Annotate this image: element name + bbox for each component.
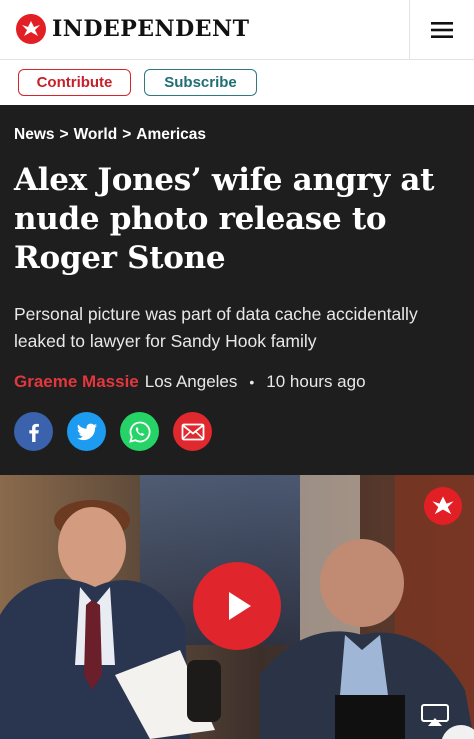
airplay-button[interactable]: [420, 703, 450, 727]
site-logo[interactable]: INDEPENDENT: [16, 14, 250, 44]
whatsapp-icon: [128, 421, 150, 443]
contribute-button[interactable]: Contribute: [18, 69, 131, 96]
play-button[interactable]: [193, 562, 281, 650]
byline-location: Los Angeles: [144, 372, 238, 391]
breadcrumb-americas[interactable]: Americas: [136, 126, 206, 144]
facebook-icon: [28, 423, 39, 442]
breadcrumb: News > World > Americas: [14, 126, 206, 144]
logo-wordmark: INDEPENDENT: [52, 16, 250, 42]
breadcrumb-news[interactable]: News: [14, 126, 55, 144]
support-bar: Contribute Subscribe: [0, 60, 474, 105]
menu-button[interactable]: [410, 0, 474, 60]
subscribe-button[interactable]: Subscribe: [144, 69, 257, 96]
watermark-eagle-logo-icon: [424, 487, 462, 525]
breadcrumb-separator: >: [122, 126, 132, 143]
breadcrumb-world[interactable]: World: [74, 126, 118, 144]
site-header: INDEPENDENT: [0, 0, 474, 60]
eagle-logo-icon: [16, 14, 46, 44]
publish-time: 10 hours ago: [266, 372, 366, 391]
airplay-icon: [421, 704, 449, 726]
twitter-icon: [76, 423, 97, 440]
breadcrumb-separator: >: [59, 126, 69, 143]
share-whatsapp-button[interactable]: [120, 412, 159, 451]
share-facebook-button[interactable]: [14, 412, 53, 451]
article-standfirst: Personal picture was part of data cache …: [14, 304, 418, 351]
byline: Graeme Massie Los Angeles • 10 hours ago: [14, 372, 366, 392]
share-email-button[interactable]: [173, 412, 212, 451]
author-link[interactable]: Graeme Massie: [14, 372, 139, 392]
hamburger-menu-icon: [431, 22, 453, 38]
play-icon: [229, 592, 251, 620]
email-icon: [181, 423, 204, 440]
article-headline: Alex Jones’ wife angry at nude photo rel…: [14, 162, 435, 276]
byline-separator: •: [249, 374, 255, 390]
share-twitter-button[interactable]: [67, 412, 106, 451]
article-header: News > World > Americas Alex Jones’ wife…: [0, 105, 474, 475]
video-player[interactable]: [0, 475, 474, 739]
share-buttons: [14, 412, 212, 451]
